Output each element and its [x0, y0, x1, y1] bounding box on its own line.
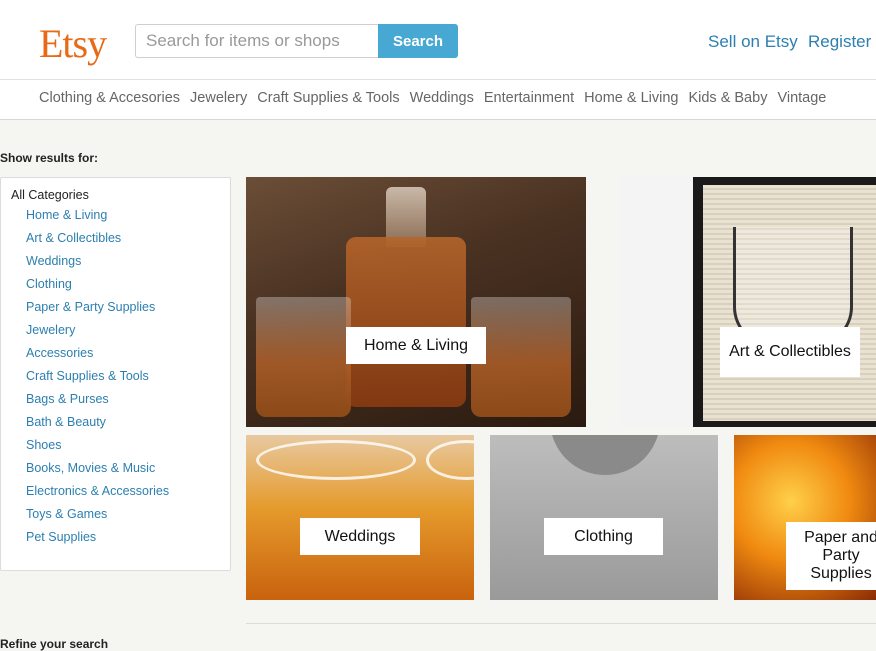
sidebar-item-weddings[interactable]: Weddings: [26, 253, 169, 276]
nav-item-weddings[interactable]: Weddings: [410, 90, 474, 106]
content-divider: [246, 623, 876, 624]
tile-label: Paper and Party Supplies: [786, 522, 876, 590]
sell-on-etsy-link[interactable]: Sell on Etsy: [708, 32, 798, 52]
nav-item-kids-baby[interactable]: Kids & Baby: [688, 90, 767, 106]
sidebar-item-clothing[interactable]: Clothing: [26, 276, 169, 299]
beer-glass-image: [256, 440, 416, 480]
sidebar-item-bags-purses[interactable]: Bags & Purses: [26, 391, 169, 414]
glass-image: [256, 297, 351, 417]
sidebar-item-jewelery[interactable]: Jewelery: [26, 322, 169, 345]
sidebar-item-art-collectibles[interactable]: Art & Collectibles: [26, 230, 169, 253]
tile-label: Clothing: [544, 518, 663, 555]
tile-label: Art & Collectibles: [720, 327, 860, 377]
sidebar-item-home-living[interactable]: Home & Living: [26, 207, 169, 230]
sidebar-item-paper-party[interactable]: Paper & Party Supplies: [26, 299, 169, 322]
sidebar-item-electronics[interactable]: Electronics & Accessories: [26, 483, 169, 506]
sidebar-item-books-movies-music[interactable]: Books, Movies & Music: [26, 460, 169, 483]
category-tile-home-living[interactable]: Home & Living: [246, 177, 586, 427]
nav-item-clothing-accessories[interactable]: Clothing & Accesories: [39, 90, 180, 106]
category-nav: Clothing & Accesories Jewelery Craft Sup…: [0, 80, 876, 120]
refine-search-heading: Refine your search: [0, 637, 109, 651]
nav-item-vintage[interactable]: Vintage: [777, 90, 826, 106]
nav-item-jewelery[interactable]: Jewelery: [190, 90, 247, 106]
decanter-image: [346, 237, 466, 407]
nav-item-craft-supplies[interactable]: Craft Supplies & Tools: [257, 90, 399, 106]
sidebar-item-pet-supplies[interactable]: Pet Supplies: [26, 529, 169, 552]
sidebar-item-accessories[interactable]: Accessories: [26, 345, 169, 368]
search-button[interactable]: Search: [378, 24, 458, 58]
search-input[interactable]: [135, 24, 379, 58]
category-tile-clothing[interactable]: Clothing: [490, 435, 718, 600]
beer-glass-image: [426, 440, 474, 480]
category-list: Home & Living Art & Collectibles Wedding…: [26, 207, 169, 552]
category-tile-art-collectibles[interactable]: Art & Collectibles: [621, 177, 876, 427]
sidebar-item-toys-games[interactable]: Toys & Games: [26, 506, 169, 529]
sidebar-item-craft-supplies[interactable]: Craft Supplies & Tools: [26, 368, 169, 391]
all-categories-label[interactable]: All Categories: [11, 188, 89, 202]
nav-item-home-living[interactable]: Home & Living: [584, 90, 678, 106]
show-results-heading: Show results for:: [0, 151, 99, 165]
sidebar-item-shoes[interactable]: Shoes: [26, 437, 169, 460]
register-link[interactable]: Register: [808, 32, 871, 52]
tile-label: Weddings: [300, 518, 420, 555]
glass-image: [471, 297, 571, 417]
category-tile-weddings[interactable]: Weddings: [246, 435, 474, 600]
category-tile-paper-party[interactable]: Paper and Party Supplies: [734, 435, 876, 600]
site-header: Etsy Search Sell on Etsy Register: [0, 0, 876, 80]
tile-label: Home & Living: [346, 327, 486, 364]
etsy-logo[interactable]: Etsy: [39, 20, 107, 67]
tshirt-collar-image: [550, 435, 660, 475]
sidebar-item-bath-beauty[interactable]: Bath & Beauty: [26, 414, 169, 437]
nav-item-entertainment[interactable]: Entertainment: [484, 90, 574, 106]
category-sidebar: All Categories Home & Living Art & Colle…: [0, 177, 231, 571]
